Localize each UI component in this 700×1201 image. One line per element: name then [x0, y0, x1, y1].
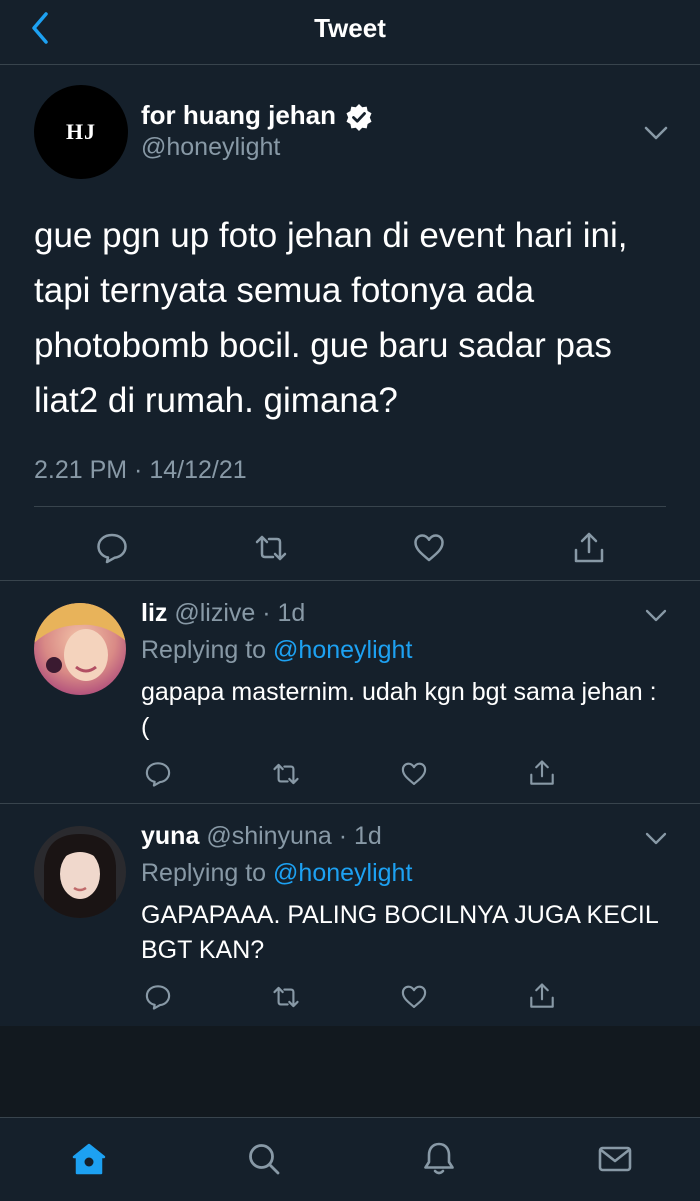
replying-label: Replying to	[141, 859, 267, 887]
replying-to: Replying to @honeylight	[141, 859, 412, 888]
reply-text: gapapa masternim. udah kgn bgt sama jeha…	[141, 678, 657, 741]
reply-item[interactable]: liz @lizive · 1d Replying to @honeylight…	[0, 581, 700, 804]
reply-icon[interactable]	[95, 531, 129, 565]
reply-author-handle[interactable]: @lizive	[174, 599, 255, 627]
chevron-down-icon[interactable]	[643, 125, 669, 141]
main-tweet: HJ for huang jehan @honeylight gue pgn u…	[0, 65, 700, 581]
mention-link[interactable]: @honeylight	[273, 859, 412, 887]
retweet-icon[interactable]	[272, 983, 300, 1011]
reply-header: liz @lizive · 1d	[141, 599, 305, 628]
top-bar: Tweet	[0, 0, 700, 65]
verified-badge-icon	[346, 104, 372, 131]
replying-label: Replying to	[141, 636, 267, 664]
share-icon[interactable]	[572, 531, 606, 565]
retweet-icon[interactable]	[272, 760, 300, 788]
mention-link[interactable]: @honeylight	[273, 636, 412, 664]
like-icon[interactable]	[400, 983, 428, 1011]
reply-icon[interactable]	[144, 760, 172, 788]
reply-author-handle[interactable]: @shinyuna	[206, 822, 331, 850]
reply-text: GAPAPAAA. PALING BOCILNYA JUGA KECIL BGT…	[141, 901, 658, 964]
avatar[interactable]: HJ	[34, 85, 128, 179]
home-icon[interactable]	[70, 1140, 108, 1178]
author-handle[interactable]: @honeylight	[141, 133, 280, 162]
divider	[34, 506, 666, 507]
separator-dot: ·	[255, 599, 278, 627]
like-icon[interactable]	[400, 760, 428, 788]
reply-item[interactable]: yuna @shinyuna · 1d Replying to @honeyli…	[0, 804, 700, 1027]
avatar-text: HJ	[65, 119, 97, 144]
retweet-icon[interactable]	[254, 531, 288, 565]
share-icon[interactable]	[528, 759, 556, 787]
reply-author-name[interactable]: liz	[141, 599, 167, 627]
notifications-icon[interactable]	[420, 1140, 458, 1178]
empty-area	[0, 1026, 700, 1117]
like-icon[interactable]	[412, 531, 446, 565]
author-name[interactable]: for huang jehan	[141, 100, 336, 131]
reply-age: 1d	[353, 822, 382, 850]
bottom-nav	[0, 1117, 700, 1201]
reply-icon[interactable]	[144, 983, 172, 1011]
messages-icon[interactable]	[596, 1140, 634, 1178]
chevron-down-icon[interactable]	[645, 609, 667, 623]
chevron-down-icon[interactable]	[645, 832, 667, 846]
avatar[interactable]	[34, 603, 126, 695]
separator-dot: ·	[331, 822, 354, 850]
tweet-text: gue pgn up foto jehan di event hari ini,…	[34, 216, 628, 420]
page-title: Tweet	[314, 13, 386, 43]
tweet-timestamp: 2.21 PM · 14/12/21	[34, 456, 247, 484]
replying-to: Replying to @honeylight	[141, 636, 412, 665]
reply-header: yuna @shinyuna · 1d	[141, 822, 382, 851]
reply-age: 1d	[277, 599, 306, 627]
share-icon[interactable]	[528, 982, 556, 1010]
search-icon[interactable]	[245, 1140, 283, 1178]
avatar[interactable]	[34, 826, 126, 918]
reply-author-name[interactable]: yuna	[141, 822, 199, 850]
